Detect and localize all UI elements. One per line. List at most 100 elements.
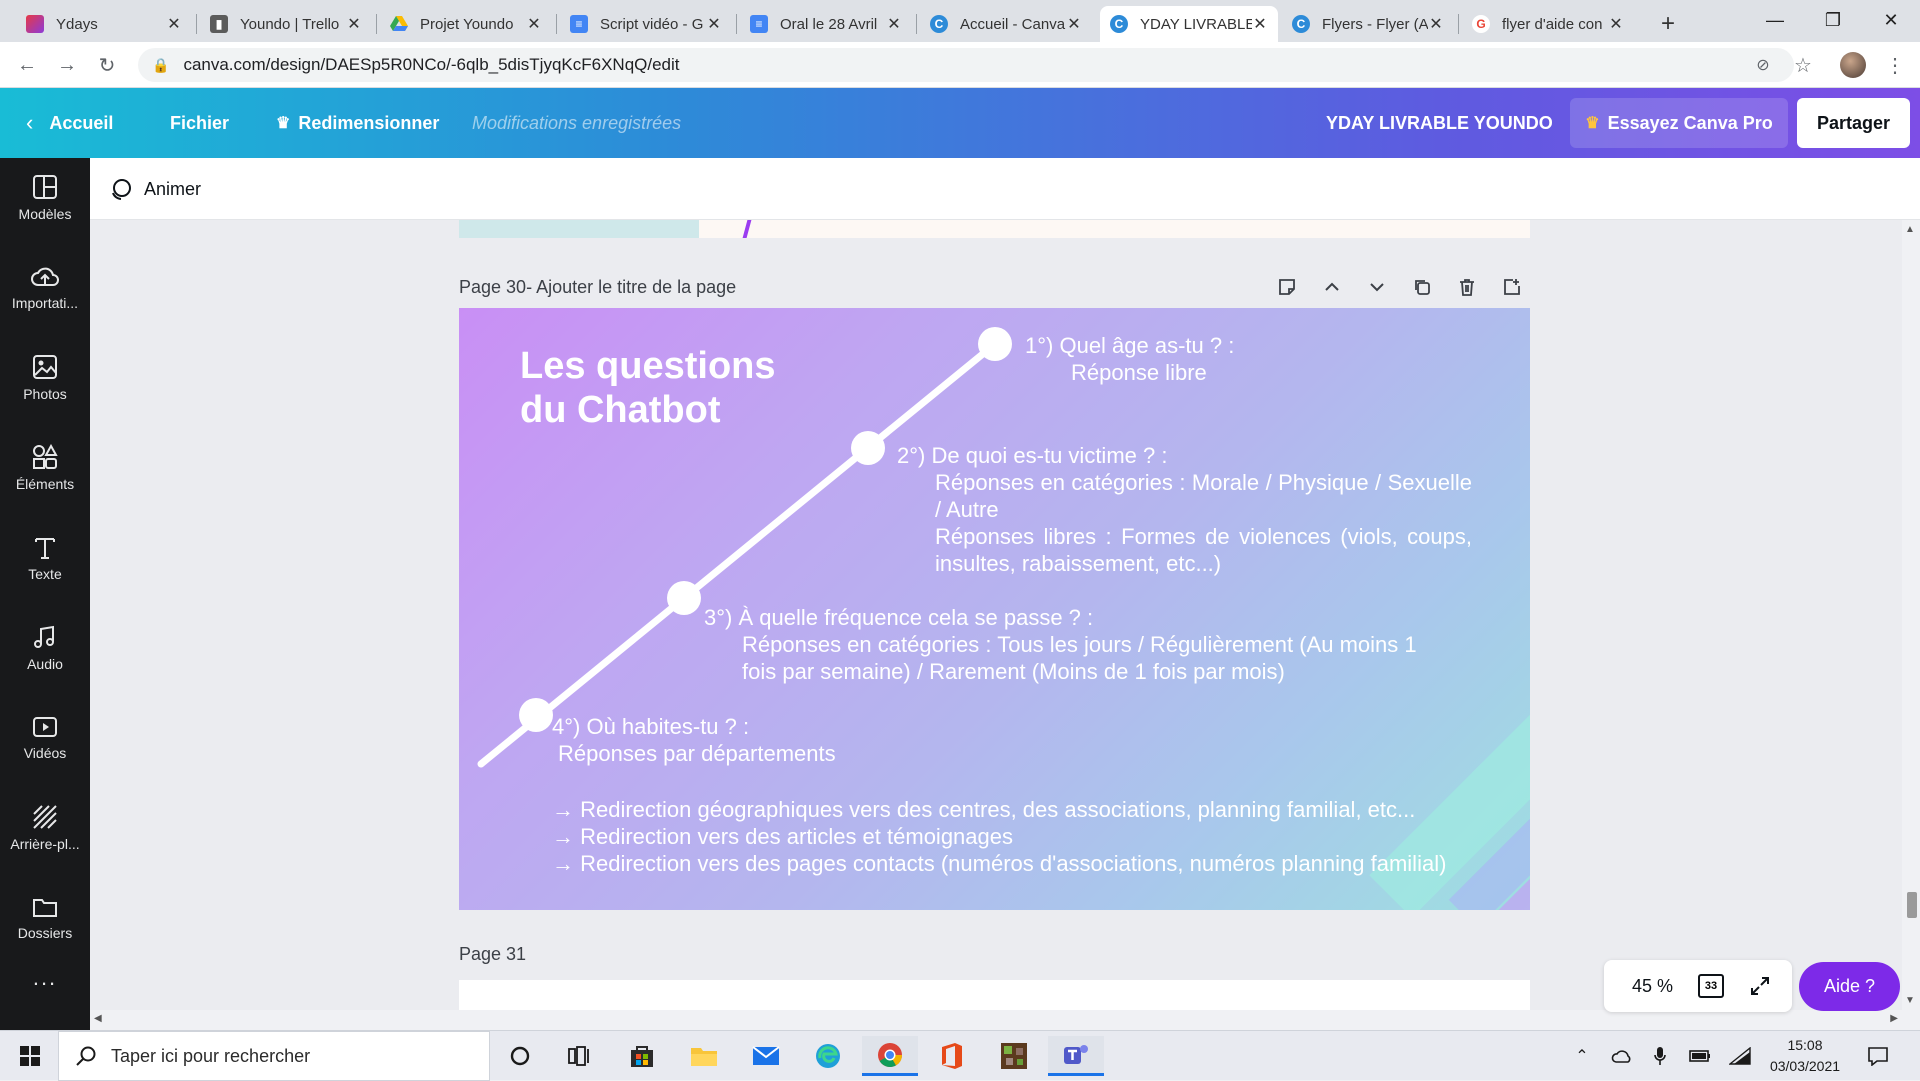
page-decoration [742,220,752,238]
sidebar-item-videos[interactable]: Vidéos [0,698,90,778]
sidebar-item-uploads[interactable]: Importati... [0,248,90,328]
browser-tab[interactable]: Projet Youndo ✕ [380,6,552,42]
delete-page-icon[interactable] [1452,272,1482,302]
minecraft-icon[interactable] [986,1036,1042,1076]
chrome-icon[interactable] [862,1036,918,1076]
home-button[interactable]: ‹ Accueil [26,88,113,158]
photos-icon [33,355,57,379]
more-apps-button[interactable]: ... [0,958,90,998]
google-icon: G [1472,15,1490,33]
eye-off-icon[interactable]: ⊘ [1748,50,1778,80]
project-title[interactable]: YDAY LIVRABLE YOUNDO [1326,88,1553,158]
notes-icon[interactable] [1272,272,1302,302]
wifi-icon[interactable] [1728,1045,1752,1067]
google-drive-icon [390,15,408,33]
sidebar-item-audio[interactable]: Audio [0,608,90,688]
office-icon[interactable] [924,1036,980,1076]
close-icon[interactable]: ✕ [1608,14,1624,34]
slide-page-30[interactable]: Les questions du Chatbot 1°) Quel âge as… [459,308,1530,910]
clock-time: 15:08 [1787,1037,1823,1053]
zoom-level[interactable]: 45 % [1632,960,1673,1012]
add-page-icon[interactable] [1497,272,1527,302]
minimize-icon[interactable]: — [1746,0,1804,40]
browser-tab-active[interactable]: C YDAY LIVRABLE ✕ [1100,6,1278,42]
browser-tab[interactable]: G flyer d'aide con ✕ [1462,6,1634,42]
sidebar-item-folders[interactable]: Dossiers [0,878,90,958]
browser-tab[interactable]: ≡ Script vidéo - G ✕ [560,6,732,42]
animate-button[interactable]: Animer [108,158,201,220]
slide-page-31[interactable] [459,980,1530,1010]
battery-icon[interactable] [1688,1045,1712,1067]
store-icon[interactable] [614,1036,670,1076]
scroll-right-icon[interactable]: ▶ [1890,1013,1898,1024]
cortana-icon[interactable] [492,1036,548,1076]
new-tab-button[interactable]: + [1650,6,1686,42]
move-page-up-icon[interactable] [1317,272,1347,302]
browser-tab[interactable]: C Accueil - Canva ✕ [920,6,1092,42]
try-canva-pro-button[interactable]: ♛ Essayez Canva Pro [1570,98,1788,148]
duplicate-page-icon[interactable] [1407,272,1437,302]
close-icon[interactable]: ✕ [1066,14,1082,34]
back-icon[interactable]: ← [12,50,42,80]
file-menu-button[interactable]: Fichier [170,88,229,158]
onedrive-icon[interactable] [1610,1045,1634,1067]
tab-title: Flyers - Flyer (A [1322,15,1428,33]
browser-tab[interactable]: ▮ Youndo | Trello ✕ [200,6,372,42]
share-button[interactable]: Partager [1797,98,1910,148]
file-explorer-icon[interactable] [676,1036,732,1076]
avatar[interactable] [1838,50,1868,80]
scroll-down-icon[interactable]: ▼ [1905,995,1915,1006]
reload-icon[interactable]: ↻ [92,50,122,80]
task-view-icon[interactable] [552,1036,608,1076]
close-window-icon[interactable]: ✕ [1862,0,1920,40]
sidebar-item-background[interactable]: Arrière-pl... [0,788,90,868]
kebab-menu-icon[interactable]: ⋮ [1880,50,1910,80]
close-icon[interactable]: ✕ [166,14,182,34]
close-icon[interactable]: ✕ [346,14,362,34]
close-icon[interactable]: ✕ [1252,14,1268,34]
url-field[interactable]: 🔒 canva.com/design/DAESp5R0NCo/-6qlb_5di… [138,48,1794,82]
fullscreen-icon[interactable] [1746,972,1774,1000]
resize-button[interactable]: ♛ Redimensionner [276,88,439,158]
help-button[interactable]: Aide ? [1799,962,1900,1011]
sidebar-item-label: Texte [28,566,62,582]
sidebar-item-photos[interactable]: Photos [0,338,90,418]
answer-text: Réponses par départements [558,741,836,766]
audio-icon [34,625,54,648]
scroll-left-icon[interactable]: ◀ [94,1013,102,1024]
star-icon[interactable]: ☆ [1788,50,1818,80]
tab-title: Ydays [56,15,98,33]
chevron-up-icon[interactable]: ⌃ [1570,1045,1594,1067]
sidebar-item-elements[interactable]: Éléments [0,428,90,508]
mail-icon[interactable] [738,1036,794,1076]
question-2: 2°) De quoi es-tu victime ? : Réponses e… [897,442,1472,577]
restore-icon[interactable]: ❐ [1804,0,1862,40]
taskbar-search-input[interactable]: Taper ici pour rechercher [58,1031,490,1081]
move-page-down-icon[interactable] [1362,272,1392,302]
close-icon[interactable]: ✕ [886,14,902,34]
browser-tab[interactable]: C Flyers - Flyer (A ✕ [1282,6,1454,42]
templates-icon [33,175,57,199]
browser-tab[interactable]: Ydays ✕ [16,6,192,42]
browser-tab[interactable]: ≡ Oral le 28 Avril ✕ [740,6,912,42]
scrollbar-thumb[interactable] [1907,892,1917,918]
sidebar-item-text[interactable]: Texte [0,518,90,598]
scroll-up-icon[interactable]: ▲ [1905,224,1915,235]
sidebar-item-templates[interactable]: Modèles [0,158,90,238]
vertical-scrollbar[interactable]: ▲ ▼ [1902,220,1920,1010]
microphone-icon[interactable] [1648,1045,1672,1067]
horizontal-scrollbar[interactable]: ◀ ▶ [90,1010,1920,1030]
close-icon[interactable]: ✕ [1428,14,1444,34]
close-icon[interactable]: ✕ [526,14,542,34]
page-title-input[interactable]: - Ajouter le titre de la page [526,277,736,298]
edge-icon[interactable] [800,1036,856,1076]
notification-icon[interactable] [1866,1045,1890,1067]
page-grid-button[interactable]: 33 [1698,974,1724,998]
close-icon[interactable]: ✕ [706,14,722,34]
forward-icon[interactable]: → [52,50,82,80]
teams-icon[interactable] [1048,1036,1104,1076]
windows-start-icon[interactable] [2,1036,58,1076]
system-clock[interactable]: 15:08 03/03/2021 [1760,1035,1850,1077]
answer-text: Réponse libre [1071,360,1207,385]
question-label: 3°) À quelle fréquence cela se passe ? : [704,605,1094,630]
